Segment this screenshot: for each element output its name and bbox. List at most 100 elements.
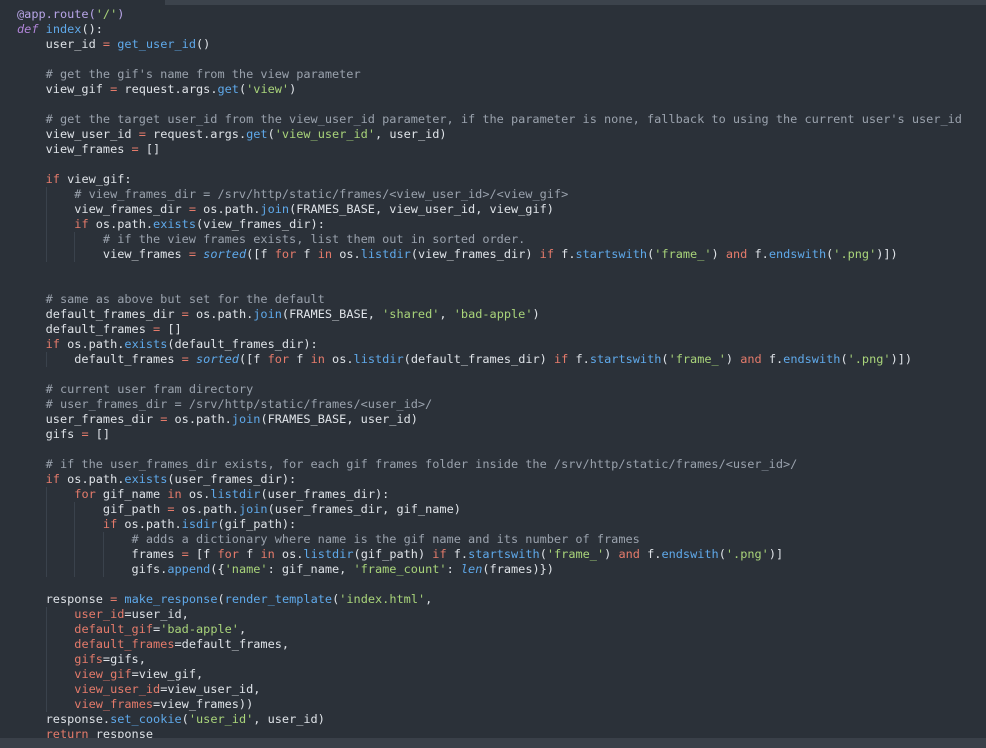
code-token: (FRAMES_BASE, user_id) — [260, 412, 418, 426]
code-token: sorted — [203, 247, 247, 261]
code-line[interactable] — [17, 97, 962, 112]
code-line[interactable]: if os.path.exists(view_frames_dir): — [17, 217, 962, 232]
indent-guide — [74, 232, 76, 247]
code-line[interactable]: @app.route('/') — [17, 7, 962, 22]
code-token: (view_frames_dir) — [410, 247, 540, 261]
code-line[interactable] — [17, 52, 962, 67]
code-token: ) — [604, 547, 619, 561]
code-line[interactable]: view_gif=view_gif, — [17, 667, 962, 682]
code-line[interactable]: # if the view frames exists, list them o… — [17, 232, 962, 247]
code-token: set_cookie — [110, 712, 182, 726]
code-token: 'frame_' — [546, 547, 605, 561]
indent-guide — [45, 202, 47, 217]
code-token: # if the view frames exists, list them o… — [102, 232, 526, 246]
code-token: make_response — [124, 592, 218, 606]
code-line[interactable]: gif_path = os.path.join(user_frames_dir,… — [17, 502, 962, 517]
code-editor[interactable]: @app.route('/') def index(): user_id = ge… — [0, 0, 986, 748]
code-token: 'frame_' — [654, 247, 712, 261]
code-line[interactable]: # if the user_frames_dir exists, for eac… — [17, 457, 962, 472]
code-line[interactable]: default_frames = sorted([f for f in os.l… — [17, 352, 962, 367]
code-line[interactable]: for gif_name in os.listdir(user_frames_d… — [17, 487, 962, 502]
code-line[interactable]: # user_frames_dir = /srv/http/static/fra… — [17, 397, 962, 412]
code-token: '.png' — [725, 547, 769, 561]
code-line[interactable]: view_frames = [] — [17, 142, 962, 157]
code-line[interactable]: view_gif = request.args.get('view') — [17, 82, 962, 97]
code-line[interactable]: view_frames_dir = os.path.join(FRAMES_BA… — [17, 202, 962, 217]
code-line[interactable]: if os.path.isdir(gif_path): — [17, 517, 962, 532]
code-line[interactable]: view_frames = sorted([f for f in os.list… — [17, 247, 962, 262]
code-token: =view_frames)) — [153, 697, 254, 711]
code-token: (default_frames_dir) — [403, 352, 554, 366]
code-line[interactable]: user_id = get_user_id() — [17, 37, 962, 52]
code-token: =default_frames, — [174, 637, 290, 651]
code-line[interactable]: default_frames=default_frames, — [17, 637, 962, 652]
code-token: append — [167, 562, 211, 576]
code-token: exists — [153, 217, 196, 231]
code-line[interactable] — [17, 367, 962, 382]
code-line[interactable]: user_frames_dir = os.path.join(FRAMES_BA… — [17, 412, 962, 427]
code-token: # if the user_frames_dir exists, for eac… — [45, 457, 798, 471]
code-token: ( — [539, 547, 547, 561]
code-line[interactable]: default_frames_dir = os.path.join(FRAMES… — [17, 307, 962, 322]
code-token: = — [188, 202, 196, 216]
code-line[interactable] — [17, 277, 962, 292]
code-line[interactable]: # get the gif's name from the view param… — [17, 67, 962, 82]
code-token: ([f — [246, 247, 275, 261]
code-token: f. — [639, 547, 662, 561]
code-token: # adds a dictionary where name is the gi… — [131, 532, 640, 546]
code-line[interactable]: gifs.append({'name': gif_name, 'frame_co… — [17, 562, 962, 577]
code-line[interactable]: view_user_id=view_user_id, — [17, 682, 962, 697]
code-token: if — [432, 547, 447, 561]
code-line[interactable]: response.set_cookie('user_id', user_id) — [17, 712, 962, 727]
code-line[interactable]: if view_gif: — [17, 172, 962, 187]
code-line[interactable]: if os.path.exists(user_frames_dir): — [17, 472, 962, 487]
horizontal-scrollbar[interactable] — [0, 738, 986, 748]
code-token: '/' — [95, 7, 118, 21]
indent-guide — [45, 697, 47, 712]
indent-guide — [45, 652, 47, 667]
code-line[interactable]: if os.path.exists(default_frames_dir): — [17, 337, 962, 352]
code-token: response — [17, 592, 111, 606]
code-token: view_gif — [74, 667, 132, 681]
code-token: get — [217, 82, 239, 96]
code-line[interactable]: # adds a dictionary where name is the gi… — [17, 532, 962, 547]
code-token: , — [238, 622, 247, 636]
code-line[interactable]: default_frames = [] — [17, 322, 962, 337]
code-token: join — [231, 412, 261, 426]
indent-guide — [74, 517, 76, 532]
code-line[interactable]: # get the target user_id from the view_u… — [17, 112, 962, 127]
code-token: listdir — [210, 487, 261, 501]
code-line[interactable]: frames = [f for f in os.listdir(gif_path… — [17, 547, 962, 562]
indent-guide — [103, 532, 105, 547]
code-line[interactable]: gifs=gifs, — [17, 652, 962, 667]
code-line[interactable]: user_id=user_id, — [17, 607, 962, 622]
code-line[interactable]: response = make_response(render_template… — [17, 592, 962, 607]
editor-tab-strip — [165, 0, 986, 5]
code-token: request.args. — [145, 127, 247, 141]
code-line[interactable] — [17, 262, 962, 277]
code-line[interactable]: view_frames=view_frames)) — [17, 697, 962, 712]
indent-guide — [45, 562, 47, 577]
code-line[interactable]: view_user_id = request.args.get('view_us… — [17, 127, 962, 142]
code-token: os.path. — [188, 307, 254, 321]
code-line[interactable]: # view_frames_dir = /srv/http/static/fra… — [17, 187, 962, 202]
code-line[interactable]: # current user fram directory — [17, 382, 962, 397]
code-token: f — [289, 352, 311, 366]
code-line[interactable]: # same as above but set for the default — [17, 292, 962, 307]
code-token: in — [317, 247, 333, 261]
code-token: view_frames — [74, 697, 154, 711]
code-token: (FRAMES_BASE, — [281, 307, 383, 321]
code-line[interactable]: gifs = [] — [17, 427, 962, 442]
code-line[interactable]: default_gif='bad-apple', — [17, 622, 962, 637]
code-token: if — [102, 517, 118, 531]
code-token: endswith — [783, 352, 841, 366]
code-area[interactable]: @app.route('/') def index(): user_id = ge… — [17, 7, 962, 742]
code-token: gifs. — [17, 562, 168, 576]
code-token: view_frames_dir — [17, 202, 189, 216]
code-line[interactable] — [17, 442, 962, 457]
code-line[interactable]: def index(): — [17, 22, 962, 37]
code-line[interactable] — [17, 577, 962, 592]
code-line[interactable] — [17, 157, 962, 172]
